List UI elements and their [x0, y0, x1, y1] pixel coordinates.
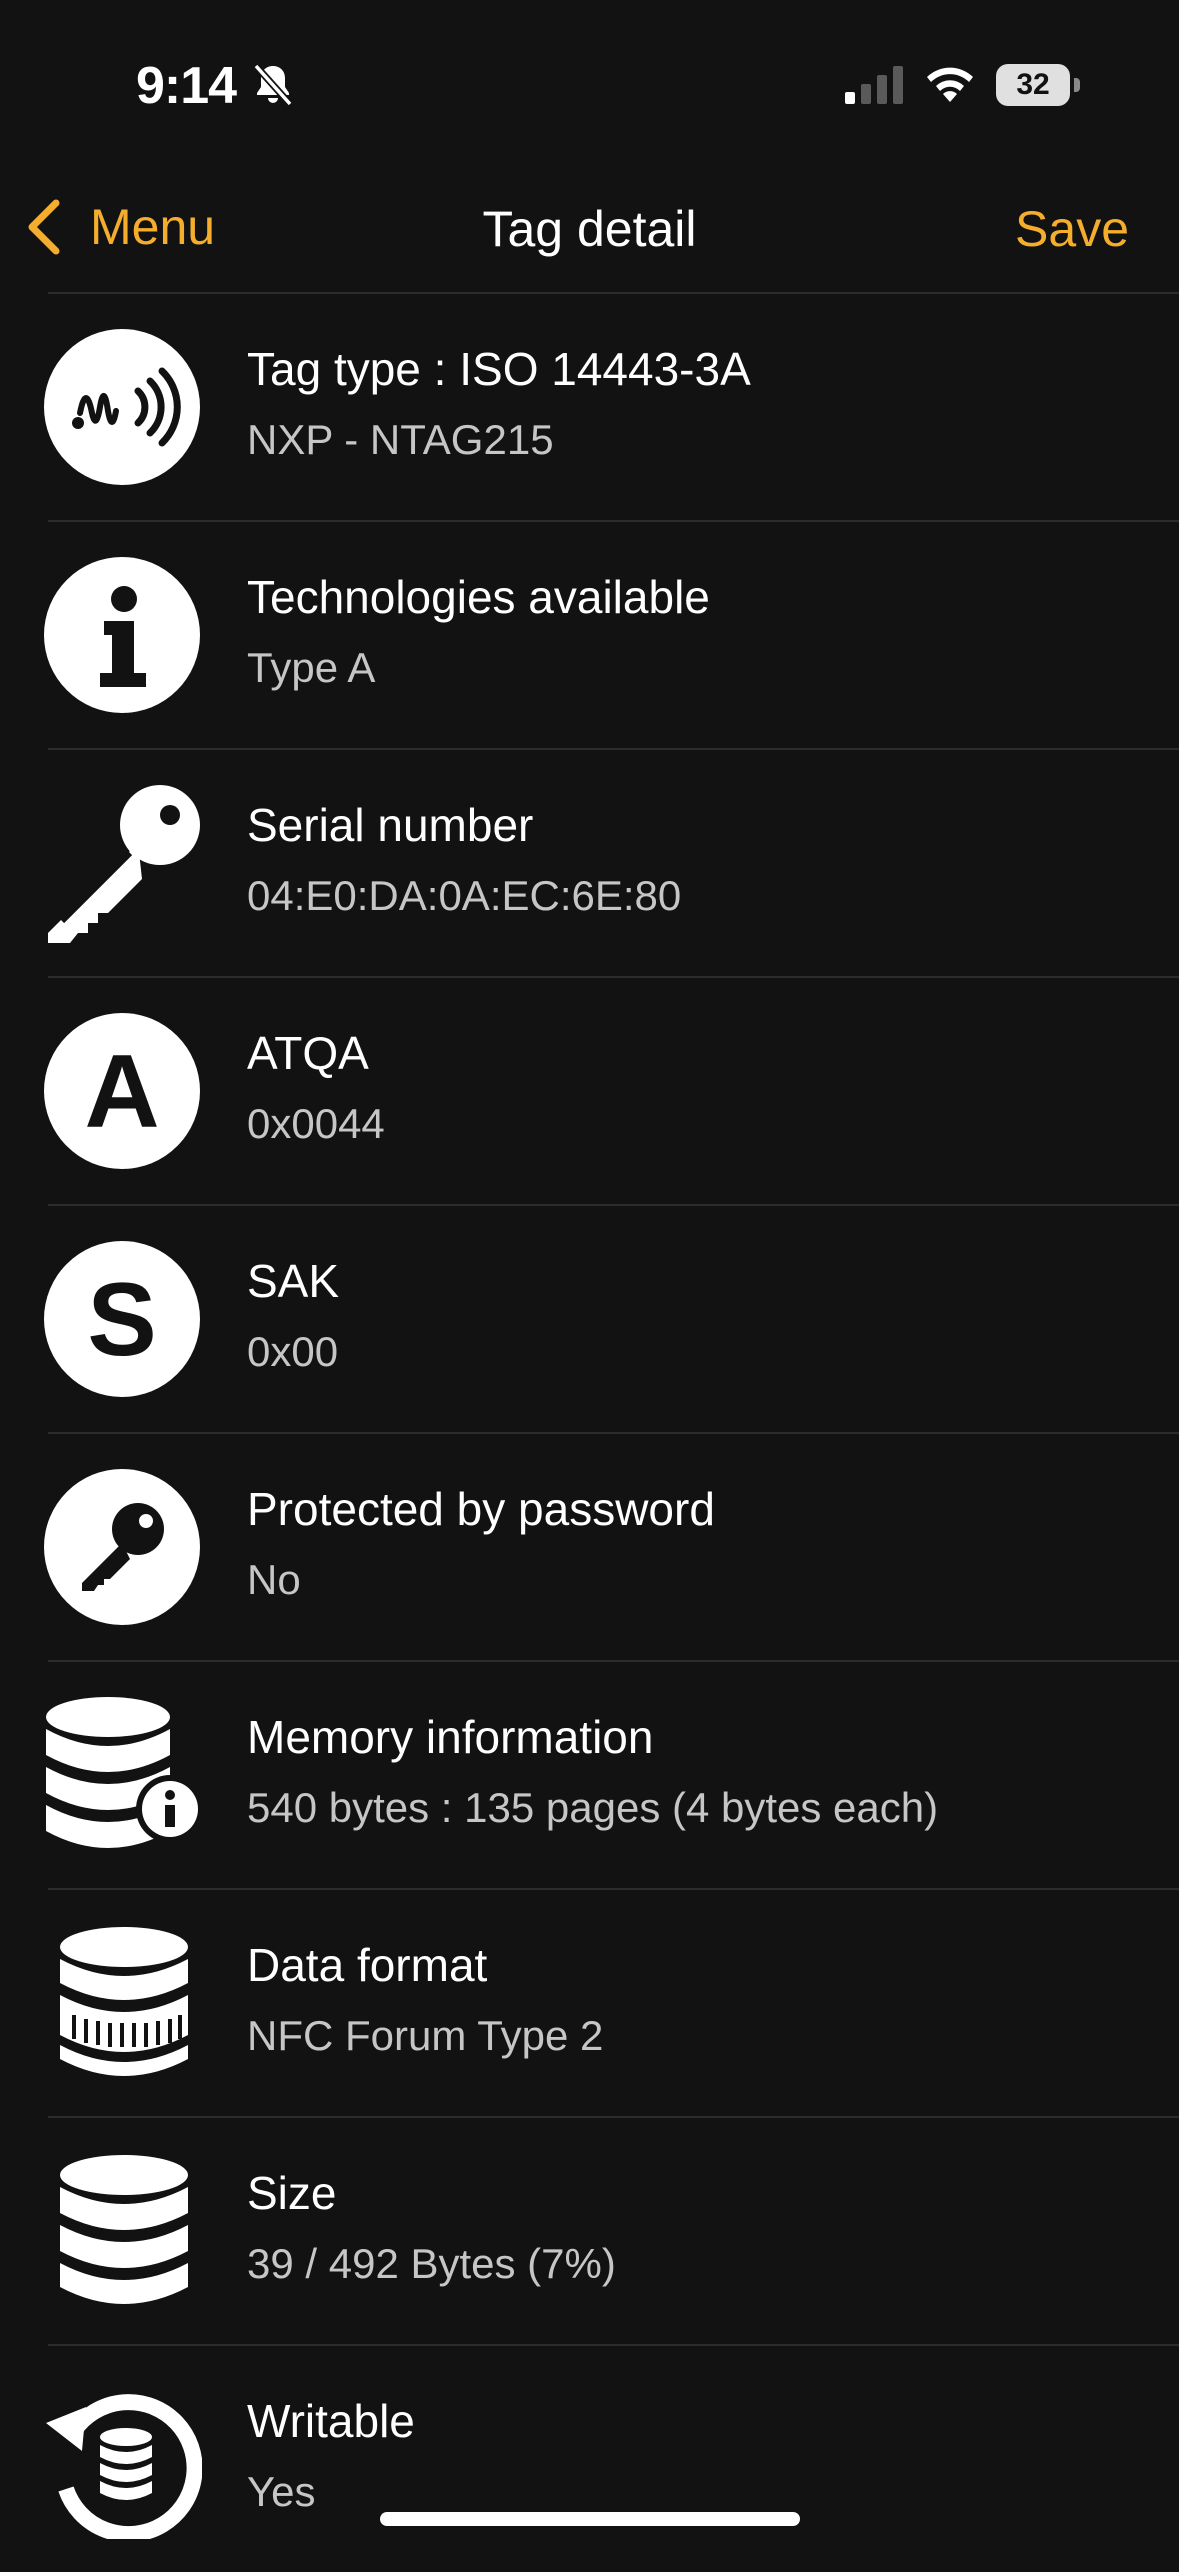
info-icon [42, 555, 202, 715]
letter-a-icon: A [42, 1011, 202, 1171]
database-format-icon [42, 1923, 202, 2083]
row-value: Yes [247, 2468, 316, 2515]
row-value: Type A [247, 644, 376, 691]
status-time: 9:14 [136, 57, 237, 115]
row-title: Serial number [247, 799, 534, 851]
list-item-password: Protected by password No [44, 1432, 1179, 1660]
row-title: Protected by password [247, 1483, 715, 1535]
list-item-size: Size 39 / 492 Bytes (7%) [48, 2116, 1179, 2344]
list-item-memory: Memory information 540 bytes : 135 pages… [46, 1660, 1179, 1888]
database-icon [42, 2151, 202, 2311]
row-value: 0x0044 [247, 1100, 385, 1147]
row-value: 0x00 [247, 1328, 339, 1375]
row-title: Technologies available [247, 571, 710, 623]
tag-detail-list: Tag type : ISO 14443-3A NXP - NTAG215 Te… [0, 292, 1179, 2572]
svg-text:S: S [87, 1262, 156, 1378]
battery-level: 32 [996, 64, 1070, 106]
database-refresh-icon [42, 2379, 202, 2539]
row-title: Data format [247, 1939, 488, 1991]
row-value: 39 / 492 Bytes (7%) [247, 2240, 616, 2287]
row-value: No [247, 1556, 301, 1603]
status-bar: 9:14 32 [0, 0, 1179, 170]
row-value: NFC Forum Type 2 [247, 2012, 604, 2059]
row-title: Writable [247, 2395, 415, 2447]
list-item-technologies: Technologies available Type A [44, 520, 1179, 748]
save-button[interactable]: Save [1015, 200, 1129, 258]
list-item-data-format: Data format NFC Forum Type 2 [48, 1888, 1179, 2116]
letter-s-icon: S [42, 1239, 202, 1399]
key-icon [42, 783, 202, 943]
cellular-signal-icon [845, 62, 905, 108]
list-item-sak: S SAK 0x00 [44, 1204, 1179, 1432]
row-value: 540 bytes : 135 pages (4 bytes each) [247, 1784, 939, 1831]
battery-indicator: 32 [996, 64, 1080, 106]
bell-muted-icon [250, 62, 296, 108]
row-value: NXP - NTAG215 [247, 416, 554, 463]
list-item-tag-type: Tag type : ISO 14443-3A NXP - NTAG215 [44, 292, 1179, 520]
nfc-wave-icon [42, 327, 202, 487]
row-title: Tag type : ISO 14443-3A [247, 343, 751, 395]
row-title: Size [247, 2167, 337, 2219]
svg-text:A: A [84, 1034, 159, 1150]
home-indicator[interactable] [380, 2512, 800, 2526]
navigation-bar: Menu Tag detail Save [0, 170, 1179, 292]
password-key-icon [42, 1467, 202, 1627]
battery-tip [1074, 78, 1080, 92]
wifi-icon [922, 62, 978, 108]
page-title: Tag detail [482, 201, 697, 257]
row-title: SAK [247, 1255, 340, 1307]
list-item-serial-number: Serial number 04:E0:DA:0A:EC:6E:80 [48, 748, 1179, 976]
database-info-icon [42, 1695, 202, 1855]
row-title: ATQA [247, 1027, 369, 1079]
row-value: 04:E0:DA:0A:EC:6E:80 [247, 872, 682, 919]
list-item-writable: Writable Yes [46, 2344, 1179, 2572]
row-title: Memory information [247, 1711, 654, 1763]
list-item-atqa: A ATQA 0x0044 [44, 976, 1179, 1204]
